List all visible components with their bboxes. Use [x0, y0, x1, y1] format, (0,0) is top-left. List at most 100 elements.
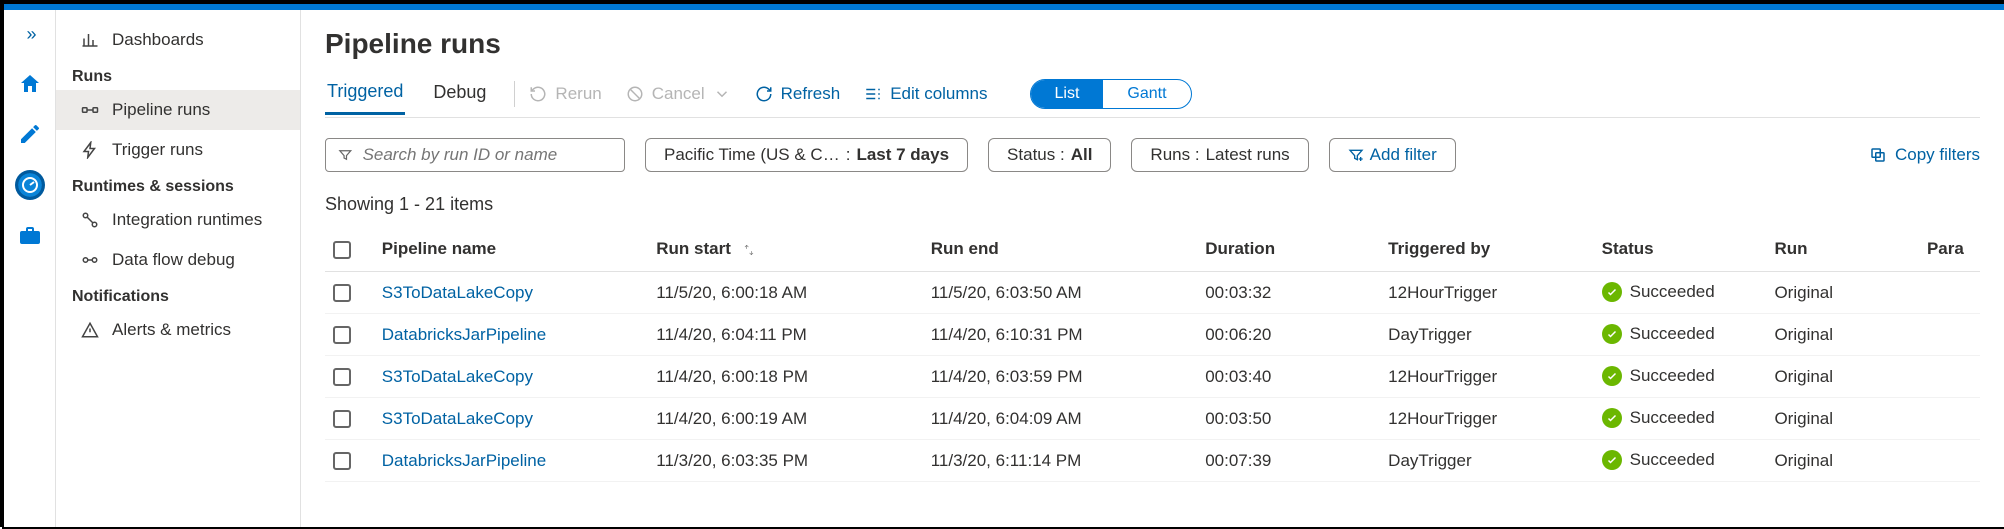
connections-icon [80, 210, 100, 230]
pipeline-link[interactable]: S3ToDataLakeCopy [382, 367, 533, 386]
row-checkbox[interactable] [333, 410, 351, 428]
success-icon [1602, 282, 1622, 302]
cancel-label: Cancel [652, 84, 705, 104]
table-row: S3ToDataLakeCopy11/5/20, 6:00:18 AM11/5/… [325, 272, 1980, 314]
tab-debug[interactable]: Debug [431, 82, 488, 113]
icon-rail: » [4, 10, 56, 527]
cell-run: Original [1766, 356, 1918, 398]
cell-triggered-by: 12HourTrigger [1380, 356, 1593, 398]
alert-icon [80, 320, 100, 340]
edit-columns-button[interactable]: Edit columns [864, 84, 1001, 112]
col-triggered-by[interactable]: Triggered by [1380, 227, 1593, 272]
chevron-down-icon [713, 85, 731, 103]
col-duration[interactable]: Duration [1197, 227, 1380, 272]
add-filter-label: Add filter [1370, 145, 1437, 165]
edit-columns-label: Edit columns [890, 84, 987, 104]
divider [514, 81, 515, 107]
filter-runs-label: Runs : [1150, 145, 1199, 165]
success-icon [1602, 366, 1622, 386]
search-box[interactable] [325, 138, 625, 172]
filter-status-value: All [1071, 145, 1093, 165]
pipeline-link[interactable]: DatabricksJarPipeline [382, 325, 546, 344]
table-row: DatabricksJarPipeline11/4/20, 6:04:11 PM… [325, 314, 1980, 356]
cell-end: 11/3/20, 6:11:14 PM [923, 440, 1197, 482]
cell-run: Original [1766, 398, 1918, 440]
sort-icon [736, 239, 756, 258]
copy-filters-button[interactable]: Copy filters [1869, 145, 1980, 165]
cell-status: Succeeded [1594, 272, 1767, 314]
nav-data-flow-debug[interactable]: Data flow debug [56, 240, 300, 280]
nav-dashboards-label: Dashboards [112, 30, 204, 50]
expand-icon[interactable]: » [16, 20, 44, 48]
nav-data-flow-debug-label: Data flow debug [112, 250, 235, 270]
cell-run: Original [1766, 314, 1918, 356]
pipeline-link[interactable]: DatabricksJarPipeline [382, 451, 546, 470]
filter-runs[interactable]: Runs : Latest runs [1131, 138, 1308, 172]
success-icon [1602, 408, 1622, 428]
cell-params [1919, 356, 1980, 398]
row-checkbox[interactable] [333, 284, 351, 302]
pipeline-link[interactable]: S3ToDataLakeCopy [382, 409, 533, 428]
pipeline-link[interactable]: S3ToDataLakeCopy [382, 283, 533, 302]
runs-table: Pipeline name Run start Run end Duration… [325, 227, 1980, 482]
cell-end: 11/4/20, 6:04:09 AM [923, 398, 1197, 440]
filter-time-zone: Pacific Time (US & C… [664, 145, 840, 165]
cell-params [1919, 314, 1980, 356]
tab-triggered[interactable]: Triggered [325, 81, 405, 115]
page-title: Pipeline runs [325, 28, 1980, 60]
filter-add-icon [1348, 147, 1364, 163]
filter-time-sep: : [846, 145, 851, 165]
cell-duration: 00:06:20 [1197, 314, 1380, 356]
cell-start: 11/4/20, 6:00:18 PM [648, 356, 922, 398]
filter-icon [338, 147, 353, 163]
app-shell: » Dashboards Runs Pipeline runs Trigger … [4, 10, 2004, 527]
cell-start: 11/4/20, 6:00:19 AM [648, 398, 922, 440]
toolbox-icon[interactable] [16, 222, 44, 250]
left-nav: Dashboards Runs Pipeline runs Trigger ru… [56, 10, 301, 527]
view-list[interactable]: List [1031, 80, 1104, 108]
table-row: S3ToDataLakeCopy 11/4/20, 6:00:18 PM11/4/… [325, 356, 1980, 398]
cell-duration: 00:03:50 [1197, 398, 1380, 440]
rerun-button[interactable]: Rerun [529, 84, 615, 112]
nav-alerts-metrics[interactable]: Alerts & metrics [56, 310, 300, 350]
row-checkbox[interactable] [333, 452, 351, 470]
cell-params [1919, 398, 1980, 440]
col-checkbox[interactable] [325, 227, 374, 272]
flow-debug-icon [80, 250, 100, 270]
main-content: Pipeline runs Triggered Debug Rerun Canc… [301, 10, 2004, 527]
cell-status: Succeeded [1594, 314, 1767, 356]
nav-dashboards[interactable]: Dashboards [56, 20, 300, 60]
search-input[interactable] [363, 145, 612, 165]
select-all-checkbox[interactable] [333, 241, 351, 259]
nav-trigger-runs[interactable]: Trigger runs [56, 130, 300, 170]
pencil-icon[interactable] [16, 120, 44, 148]
add-filter-button[interactable]: Add filter [1329, 138, 1456, 172]
col-pipeline[interactable]: Pipeline name [374, 227, 648, 272]
monitor-gauge-icon[interactable] [15, 170, 45, 200]
col-params[interactable]: Para [1919, 227, 1980, 272]
refresh-button[interactable]: Refresh [755, 84, 855, 112]
table-row: S3ToDataLakeCopy 11/4/20, 6:00:19 AM11/4/… [325, 398, 1980, 440]
col-status[interactable]: Status [1594, 227, 1767, 272]
nav-pipeline-runs[interactable]: Pipeline runs [56, 90, 300, 130]
filter-status-label: Status : [1007, 145, 1065, 165]
col-end[interactable]: Run end [923, 227, 1197, 272]
row-checkbox[interactable] [333, 368, 351, 386]
nav-integration-runtimes[interactable]: Integration runtimes [56, 200, 300, 240]
col-run[interactable]: Run [1766, 227, 1918, 272]
cell-end: 11/4/20, 6:03:59 PM [923, 356, 1197, 398]
table-header-row: Pipeline name Run start Run end Duration… [325, 227, 1980, 272]
tab-bar: Triggered Debug Rerun Cancel Refresh Edi… [325, 78, 1980, 118]
cell-run: Original [1766, 272, 1918, 314]
col-start[interactable]: Run start [648, 227, 922, 272]
cell-end: 11/5/20, 6:03:50 AM [923, 272, 1197, 314]
row-checkbox[interactable] [333, 326, 351, 344]
filter-status[interactable]: Status : All [988, 138, 1111, 172]
view-gantt[interactable]: Gantt [1103, 80, 1190, 108]
cell-triggered-by: 12HourTrigger [1380, 272, 1593, 314]
home-icon[interactable] [16, 70, 44, 98]
cancel-button[interactable]: Cancel [626, 84, 745, 112]
success-icon [1602, 450, 1622, 470]
cell-status: Succeeded [1594, 398, 1767, 440]
filter-time[interactable]: Pacific Time (US & C… : Last 7 days [645, 138, 968, 172]
